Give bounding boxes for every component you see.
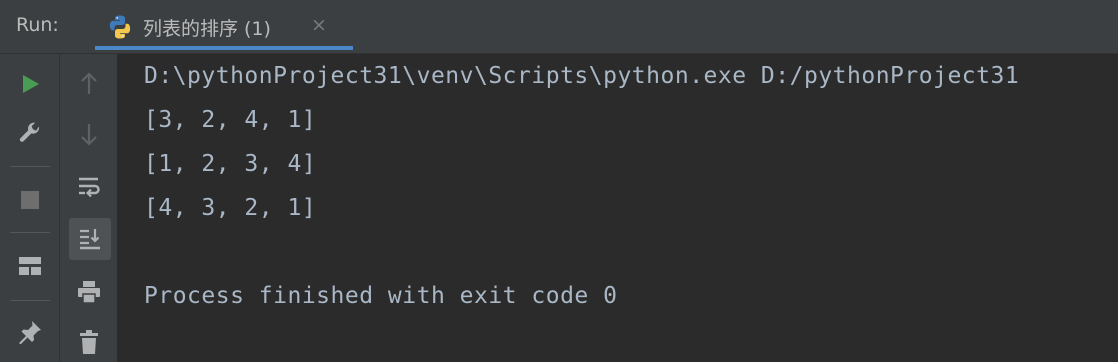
close-icon[interactable]: × [311,14,327,36]
console-line: D:\pythonProject31\venv\Scripts\python.e… [144,63,1020,89]
console-line: Process finished with exit code 0 [144,283,618,309]
down-stack-button[interactable] [69,114,109,154]
wrench-icon [19,122,40,142]
stop-icon [21,191,39,209]
run-label: Run: [16,14,59,36]
run-toolwindow-header: Run: 列表的排序 (1) × [0,0,1118,54]
scroll-to-end-button[interactable] [69,218,111,260]
play-icon [23,75,39,93]
toolbar-divider [10,232,50,233]
modify-run-config-button[interactable] [10,114,50,154]
layout-icon [19,257,41,275]
console-output[interactable]: D:\pythonProject31\venv\Scripts\python.e… [118,54,1118,362]
clear-all-button[interactable] [69,322,109,362]
print-button[interactable] [69,272,109,312]
scroll-to-end-icon [80,229,100,250]
console-line: [4, 3, 2, 1] [144,195,317,221]
soft-wrap-button[interactable] [69,166,109,206]
trash-icon [80,330,98,354]
up-stack-button[interactable] [69,64,109,104]
tab-selected-indicator [95,46,353,50]
toolbar-divider [10,300,50,301]
print-icon [78,281,100,304]
toolbar-divider [10,166,50,167]
python-icon [107,14,133,40]
rerun-button[interactable] [10,64,50,104]
console-actions-toolbar [60,54,118,362]
console-line: [1, 2, 3, 4] [144,151,317,177]
arrow-down-icon [81,124,97,146]
soft-wrap-icon [79,177,100,198]
arrow-up-icon [81,72,97,94]
console-line: [3, 2, 4, 1] [144,107,317,133]
tab-title: 列表的排序 (1) [143,18,271,40]
pin-tab-button[interactable] [10,312,50,352]
tab-run-config[interactable]: 列表的排序 (1) × [95,0,353,54]
run-actions-toolbar [0,54,60,362]
stop-button[interactable] [10,180,50,220]
restore-layout-button[interactable] [10,246,50,286]
pin-icon [19,321,41,344]
